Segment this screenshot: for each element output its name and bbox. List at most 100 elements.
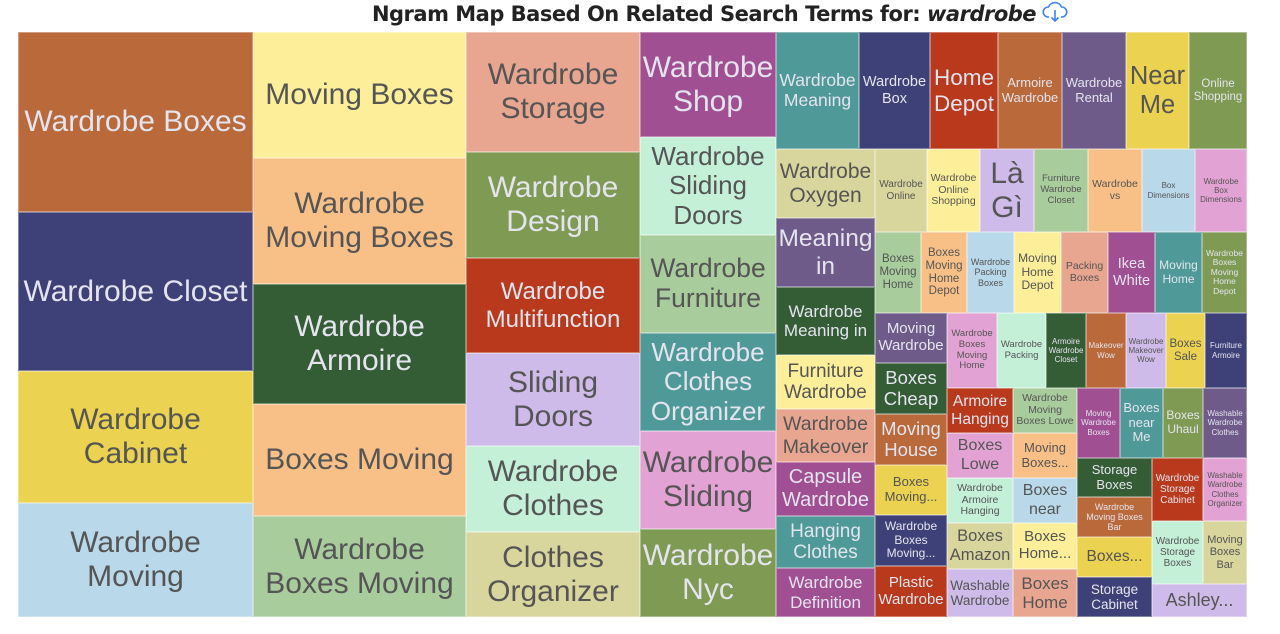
treemap-cell[interactable]: Boxes Home xyxy=(1013,569,1077,617)
treemap-cell[interactable]: Ikea White xyxy=(1108,232,1155,313)
treemap-cell[interactable]: Wardrobe Storage Cabinet xyxy=(1152,458,1203,521)
treemap-cell[interactable]: Wardrobe Online xyxy=(875,149,927,232)
treemap-cell[interactable]: Boxes Moving xyxy=(253,404,466,516)
treemap-cell[interactable]: Boxes Sale xyxy=(1166,313,1205,388)
treemap-cell[interactable]: Wardrobe Boxes xyxy=(18,32,253,212)
treemap-cell[interactable]: Sliding Doors xyxy=(466,353,640,446)
treemap-cell[interactable]: Wardrobe Multifunction xyxy=(466,258,640,353)
treemap-cell[interactable]: Wardrobe Design xyxy=(466,152,640,258)
treemap-cell[interactable]: Boxes Moving Home xyxy=(875,232,921,313)
treemap-cell-label: Wardrobe Moving Boxes Bar xyxy=(1086,501,1143,533)
treemap-cell[interactable]: Wardrobe Boxes Moving xyxy=(253,516,466,617)
treemap-cell[interactable]: Wardrobe Box Dimensions xyxy=(1195,149,1247,232)
treemap-cell[interactable]: Wardrobe Nyc xyxy=(640,529,776,617)
treemap-cell[interactable]: Boxes near Me xyxy=(1120,388,1163,458)
treemap-cell[interactable]: Box Dimensions xyxy=(1142,149,1195,232)
treemap-cell[interactable]: Boxes Moving Home Depot xyxy=(921,232,967,313)
treemap-cell[interactable]: Home Depot xyxy=(930,32,998,149)
treemap-cell[interactable]: Wardrobe Moving Boxes Lowe xyxy=(1013,388,1077,433)
treemap-cell[interactable]: Clothes Organizer xyxy=(466,532,640,617)
treemap-cell[interactable]: Moving Home xyxy=(1155,232,1202,313)
treemap-cell[interactable]: Wardrobe Moving xyxy=(18,503,253,617)
treemap-cell-label: Wardrobe Multifunction xyxy=(485,278,621,333)
treemap-cell[interactable]: Online Shopping xyxy=(1189,32,1247,149)
treemap-cell[interactable]: Wardrobe Sliding xyxy=(640,431,776,529)
treemap-cell[interactable]: Là Gì xyxy=(980,149,1034,232)
treemap-cell[interactable]: Storage Boxes xyxy=(1077,458,1152,497)
treemap-cell[interactable]: Near Me xyxy=(1126,32,1189,149)
treemap-cell[interactable]: Storage Cabinet xyxy=(1077,577,1152,617)
treemap-cell[interactable]: Wardrobe Boxes Moving Home Depot xyxy=(1202,232,1247,313)
treemap-cell[interactable]: Wardrobe Closet xyxy=(18,212,253,371)
treemap-cell-label: Wardrobe Shop xyxy=(642,50,774,118)
treemap-cell[interactable]: Moving Boxes xyxy=(253,32,466,158)
treemap-cell[interactable]: Moving Home Depot xyxy=(1014,232,1061,313)
treemap-cell[interactable]: Furniture Wardrobe xyxy=(776,355,875,409)
treemap-cell[interactable]: Makeover Wow xyxy=(1086,313,1126,388)
treemap-cell[interactable]: Wardrobe Makeover Wow xyxy=(1126,313,1166,388)
treemap-cell-label: Wardrobe Meaning xyxy=(779,69,856,110)
treemap-cell-label: Wardrobe Storage xyxy=(487,58,619,125)
treemap-cell[interactable]: Moving House xyxy=(875,414,947,465)
treemap-cell-label: Boxes Lowe xyxy=(957,437,1003,473)
treemap-cell[interactable]: Wardrobe Online Shopping xyxy=(927,149,980,232)
treemap-cell[interactable]: Armoire Wardrobe Closet xyxy=(1046,313,1086,388)
treemap-cell[interactable]: Wardrobe Makeover xyxy=(776,409,875,462)
treemap-cell[interactable]: Wardrobe Rental xyxy=(1062,32,1126,149)
treemap-cell[interactable]: Furniture Wardrobe Closet xyxy=(1034,149,1088,232)
treemap-cell[interactable]: Wardrobe Armoire Hanging xyxy=(947,478,1013,523)
treemap-cell-label: Furniture Wardrobe Closet xyxy=(1040,173,1082,206)
treemap-cell[interactable]: Wardrobe Moving Boxes xyxy=(253,158,466,284)
treemap-cell[interactable]: Hanging Clothes xyxy=(776,516,875,568)
treemap-cell[interactable]: Wardrobe Cabinet xyxy=(18,371,253,503)
treemap-cell[interactable]: Wardrobe Oxygen xyxy=(776,149,875,218)
treemap-cell[interactable]: Boxes Amazon xyxy=(947,523,1013,569)
treemap-cell-label: Wardrobe Sliding xyxy=(642,446,774,513)
treemap-cell-label: Boxes Moving... xyxy=(884,474,938,504)
treemap-cell[interactable]: Packing Boxes xyxy=(1061,232,1108,313)
treemap-cell[interactable]: Wardrobe Packing Boxes xyxy=(967,232,1014,313)
treemap-cell[interactable]: Moving Boxes... xyxy=(1013,433,1077,478)
treemap-cell-label: Boxes Moving Home Depot xyxy=(925,246,963,298)
treemap-cell[interactable]: Wardrobe Meaning xyxy=(776,32,859,149)
treemap-cell[interactable]: Wardrobe Boxes Moving Home xyxy=(947,313,997,388)
treemap-cell[interactable]: Furniture Armoire xyxy=(1205,313,1247,388)
treemap-cell[interactable]: Moving Wardrobe xyxy=(875,313,947,363)
treemap-cell[interactable]: Wardrobe vs xyxy=(1088,149,1142,232)
treemap-cell[interactable]: Wardrobe Clothes Organizer xyxy=(640,333,776,431)
treemap-cell[interactable]: Wardrobe Furniture xyxy=(640,235,776,333)
treemap-cell[interactable]: Wardrobe Definition xyxy=(776,568,875,617)
treemap-cell[interactable]: Armoire Wardrobe xyxy=(998,32,1062,149)
treemap-cell[interactable]: Moving Boxes Bar xyxy=(1203,521,1247,584)
treemap-cell[interactable]: Wardrobe Sliding Doors xyxy=(640,137,776,235)
treemap-cell[interactable]: Wardrobe Storage Boxes xyxy=(1152,521,1203,584)
treemap-cell[interactable]: Boxes Home... xyxy=(1013,523,1077,569)
treemap-cell[interactable]: Ashley... xyxy=(1152,584,1247,617)
treemap-cell[interactable]: Wardrobe Clothes xyxy=(466,446,640,532)
treemap-cell-label: Online Shopping xyxy=(1193,77,1243,103)
treemap-cell[interactable]: Boxes Cheap xyxy=(875,363,947,414)
treemap-cell[interactable]: Capsule Wardrobe xyxy=(776,462,875,516)
treemap-cell[interactable]: Moving Wardrobe Boxes xyxy=(1077,388,1120,458)
treemap-cell[interactable]: Boxes Moving... xyxy=(875,465,947,515)
treemap-cell[interactable]: Meaning in xyxy=(776,218,875,287)
treemap-cell[interactable]: Wardrobe Box xyxy=(859,32,930,149)
treemap-cell-label: Wardrobe Packing Boxes xyxy=(970,257,1011,288)
treemap-cell[interactable]: Washable Wardrobe Clothes Organizer xyxy=(1203,458,1247,521)
treemap-cell-label: Wardrobe Boxes Moving... xyxy=(884,519,938,561)
treemap-cell[interactable]: Boxes near xyxy=(1013,478,1077,523)
treemap-cell[interactable]: Boxes Lowe xyxy=(947,433,1013,478)
treemap-cell[interactable]: Plastic Wardrobe xyxy=(875,566,947,617)
treemap-cell[interactable]: Washable Wardrobe Clothes xyxy=(1203,388,1247,458)
treemap-cell[interactable]: Washable Wardrobe xyxy=(947,569,1013,617)
treemap-cell[interactable]: Boxes... xyxy=(1077,537,1152,577)
treemap-cell[interactable]: Wardrobe Moving Boxes Bar xyxy=(1077,497,1152,537)
treemap-cell[interactable]: Wardrobe Shop xyxy=(640,32,776,137)
treemap-cell[interactable]: Wardrobe Armoire xyxy=(253,284,466,404)
treemap-cell[interactable]: Armoire Hanging xyxy=(947,388,1013,433)
treemap-cell[interactable]: Wardrobe Storage xyxy=(466,32,640,152)
treemap-cell[interactable]: Boxes Uhaul xyxy=(1163,388,1203,458)
treemap-cell[interactable]: Wardrobe Boxes Moving... xyxy=(875,515,947,566)
treemap-cell[interactable]: Wardrobe Meaning in xyxy=(776,287,875,355)
treemap-cell[interactable]: Wardrobe Packing xyxy=(997,313,1046,388)
